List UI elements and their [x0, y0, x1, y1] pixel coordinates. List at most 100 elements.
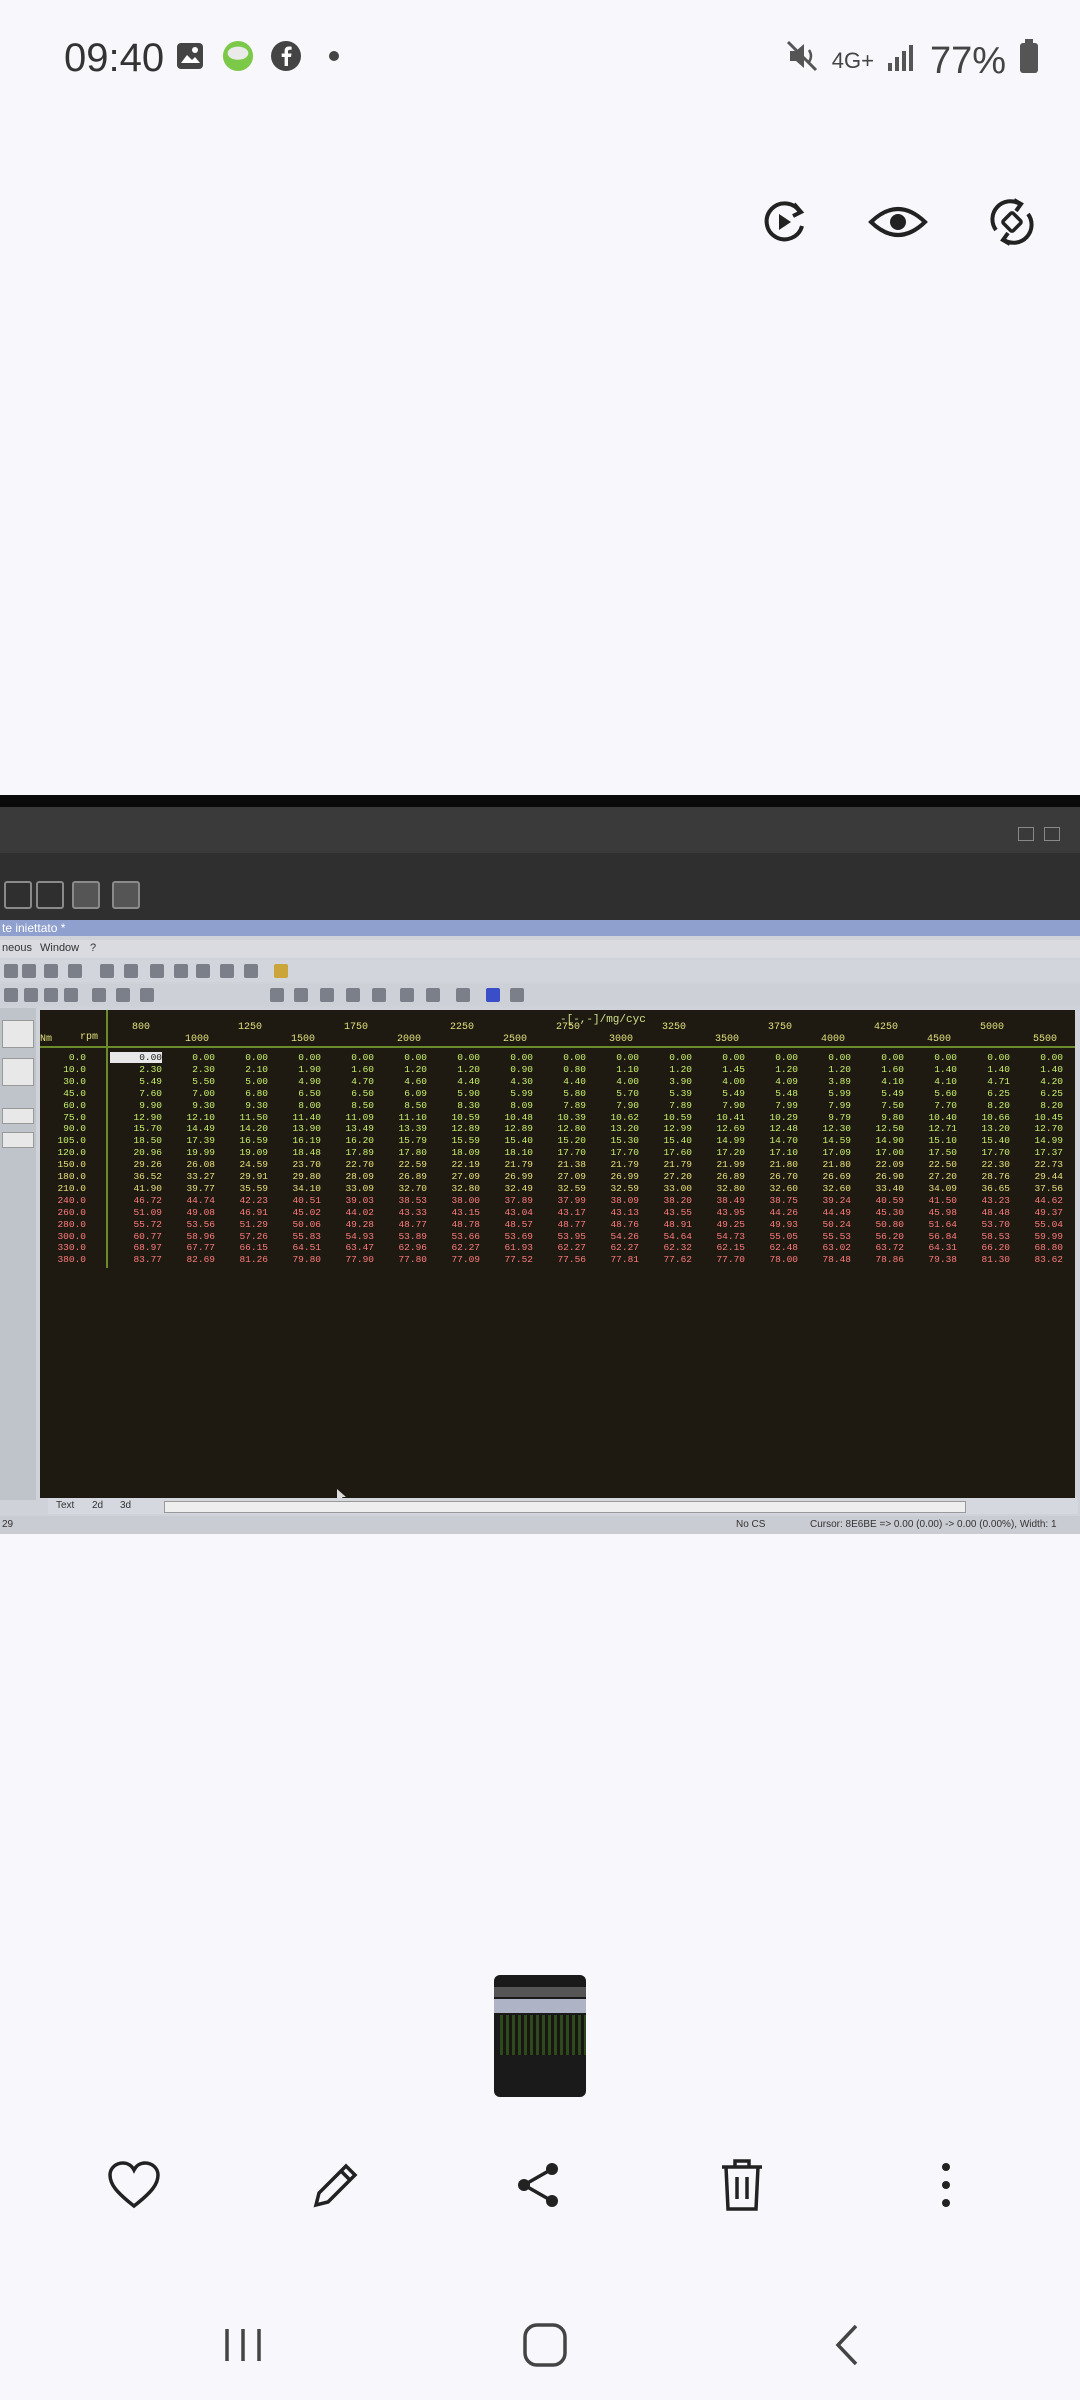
table-cell[interactable]: 15.10	[905, 1135, 957, 1146]
home-icon[interactable]	[510, 2310, 580, 2380]
table-cell[interactable]: 0.00	[534, 1052, 586, 1063]
tab-2d[interactable]: 2d	[92, 1500, 103, 1511]
toolbar-button[interactable]	[140, 988, 154, 1002]
table-cell[interactable]: 53.89	[375, 1231, 427, 1242]
table-cell[interactable]: 63.02	[799, 1242, 851, 1253]
table-cell[interactable]: 17.09	[799, 1147, 851, 1158]
tab-text[interactable]: Text	[56, 1500, 74, 1511]
toolbar-button[interactable]	[4, 964, 18, 978]
table-cell[interactable]: 55.05	[746, 1231, 798, 1242]
table-cell[interactable]: 0.00	[905, 1052, 957, 1063]
table-cell[interactable]: 13.20	[587, 1123, 639, 1134]
table-cell[interactable]: 5.48	[746, 1088, 798, 1099]
table-cell[interactable]: 49.37	[1011, 1207, 1063, 1218]
table-cell[interactable]: 78.48	[799, 1254, 851, 1265]
table-cell[interactable]: 21.79	[481, 1159, 533, 1170]
table-cell[interactable]: 7.60	[110, 1088, 162, 1099]
table-cell[interactable]: 44.49	[799, 1207, 851, 1218]
table-cell[interactable]: 81.30	[958, 1254, 1010, 1265]
table-cell[interactable]: 10.59	[428, 1112, 480, 1123]
table-cell[interactable]: 22.59	[375, 1159, 427, 1170]
table-cell[interactable]: 62.27	[534, 1242, 586, 1253]
table-cell[interactable]: 0.00	[640, 1052, 692, 1063]
table-cell[interactable]: 14.99	[1011, 1135, 1063, 1146]
map-table[interactable]: -[-,-]/mg/cyc rpm Nm 800 1250 1750 2250 2750…	[40, 1010, 1075, 1498]
table-cell[interactable]: 18.50	[110, 1135, 162, 1146]
table-cell[interactable]: 4.10	[905, 1076, 957, 1087]
table-cell[interactable]: 4.00	[693, 1076, 745, 1087]
table-cell[interactable]: 9.90	[110, 1100, 162, 1111]
table-cell[interactable]: 29.91	[216, 1171, 268, 1182]
table-cell[interactable]: 4.09	[746, 1076, 798, 1087]
table-cell[interactable]: 7.70	[905, 1100, 957, 1111]
table-cell[interactable]: 67.77	[163, 1242, 215, 1253]
table-cell[interactable]: 5.70	[587, 1088, 639, 1099]
table-cell[interactable]: 43.95	[693, 1207, 745, 1218]
table-cell[interactable]: 45.30	[852, 1207, 904, 1218]
table-cell[interactable]: 7.89	[534, 1100, 586, 1111]
more-icon[interactable]	[906, 2145, 986, 2225]
table-cell[interactable]: 0.00	[799, 1052, 851, 1063]
table-cell[interactable]: 55.04	[1011, 1219, 1063, 1230]
table-cell[interactable]: 62.32	[640, 1242, 692, 1253]
table-cell[interactable]: 1.20	[746, 1064, 798, 1075]
table-cell[interactable]: 38.75	[746, 1195, 798, 1206]
table-cell[interactable]: 4.30	[481, 1076, 533, 1087]
table-cell[interactable]: 51.29	[216, 1219, 268, 1230]
back-icon[interactable]	[812, 2310, 882, 2380]
table-cell[interactable]: 62.96	[375, 1242, 427, 1253]
table-cell[interactable]: 50.80	[852, 1219, 904, 1230]
table-cell[interactable]: 21.79	[587, 1159, 639, 1170]
table-cell[interactable]: 10.59	[640, 1112, 692, 1123]
table-cell[interactable]: 21.80	[799, 1159, 851, 1170]
toolbar-button[interactable]	[22, 964, 36, 978]
table-cell[interactable]: 77.81	[587, 1254, 639, 1265]
table-cell[interactable]: 7.99	[799, 1100, 851, 1111]
toolbar-button[interactable]	[456, 988, 470, 1002]
table-cell[interactable]: 8.09	[481, 1100, 533, 1111]
table-cell[interactable]: 4.60	[375, 1076, 427, 1087]
table-cell[interactable]: 21.79	[640, 1159, 692, 1170]
table-cell[interactable]: 10.45	[1011, 1112, 1063, 1123]
table-cell[interactable]: 43.04	[481, 1207, 533, 1218]
table-cell[interactable]: 17.80	[375, 1147, 427, 1158]
table-cell[interactable]: 64.51	[269, 1242, 321, 1253]
table-cell[interactable]: 43.33	[375, 1207, 427, 1218]
table-cell[interactable]: 7.90	[693, 1100, 745, 1111]
table-cell[interactable]: 48.48	[958, 1207, 1010, 1218]
table-cell[interactable]: 10.41	[693, 1112, 745, 1123]
table-cell[interactable]: 3.89	[799, 1076, 851, 1087]
table-cell[interactable]: 55.72	[110, 1219, 162, 1230]
table-cell[interactable]: 6.09	[375, 1088, 427, 1099]
table-cell[interactable]: 8.30	[428, 1100, 480, 1111]
table-cell[interactable]: 0.00	[428, 1052, 480, 1063]
photo-content[interactable]: te iniettato * neous Window ? -[-,-]/mg/…	[0, 795, 1080, 1605]
table-cell[interactable]: 68.80	[1011, 1242, 1063, 1253]
table-cell[interactable]: 23.70	[269, 1159, 321, 1170]
table-cell[interactable]: 1.60	[322, 1064, 374, 1075]
table-cell[interactable]: 1.60	[852, 1064, 904, 1075]
table-cell[interactable]: 12.89	[428, 1123, 480, 1134]
menu-item-window[interactable]: Window	[40, 942, 79, 954]
table-cell[interactable]: 10.40	[905, 1112, 957, 1123]
panel-dropdown[interactable]	[2, 1108, 34, 1124]
table-cell[interactable]: 27.20	[640, 1171, 692, 1182]
table-cell[interactable]: 0.80	[534, 1064, 586, 1075]
table-cell[interactable]: 5.49	[110, 1076, 162, 1087]
table-cell[interactable]: 32.59	[534, 1183, 586, 1194]
table-cell[interactable]: 9.30	[216, 1100, 268, 1111]
table-cell[interactable]: 32.70	[375, 1183, 427, 1194]
table-cell[interactable]: 9.79	[799, 1112, 851, 1123]
table-cell[interactable]: 33.09	[322, 1183, 374, 1194]
menu-item-help[interactable]: ?	[90, 942, 96, 954]
table-cell[interactable]: 12.90	[110, 1112, 162, 1123]
table-cell[interactable]: 0.00	[322, 1052, 374, 1063]
table-cell[interactable]: 8.20	[1011, 1100, 1063, 1111]
table-cell[interactable]: 17.10	[746, 1147, 798, 1158]
table-cell[interactable]: 0.00	[958, 1052, 1010, 1063]
toolbar-button[interactable]	[510, 988, 524, 1002]
table-cell[interactable]: 32.80	[693, 1183, 745, 1194]
table-cell[interactable]: 5.00	[216, 1076, 268, 1087]
table-cell[interactable]: 28.76	[958, 1171, 1010, 1182]
table-cell[interactable]: 12.30	[799, 1123, 851, 1134]
